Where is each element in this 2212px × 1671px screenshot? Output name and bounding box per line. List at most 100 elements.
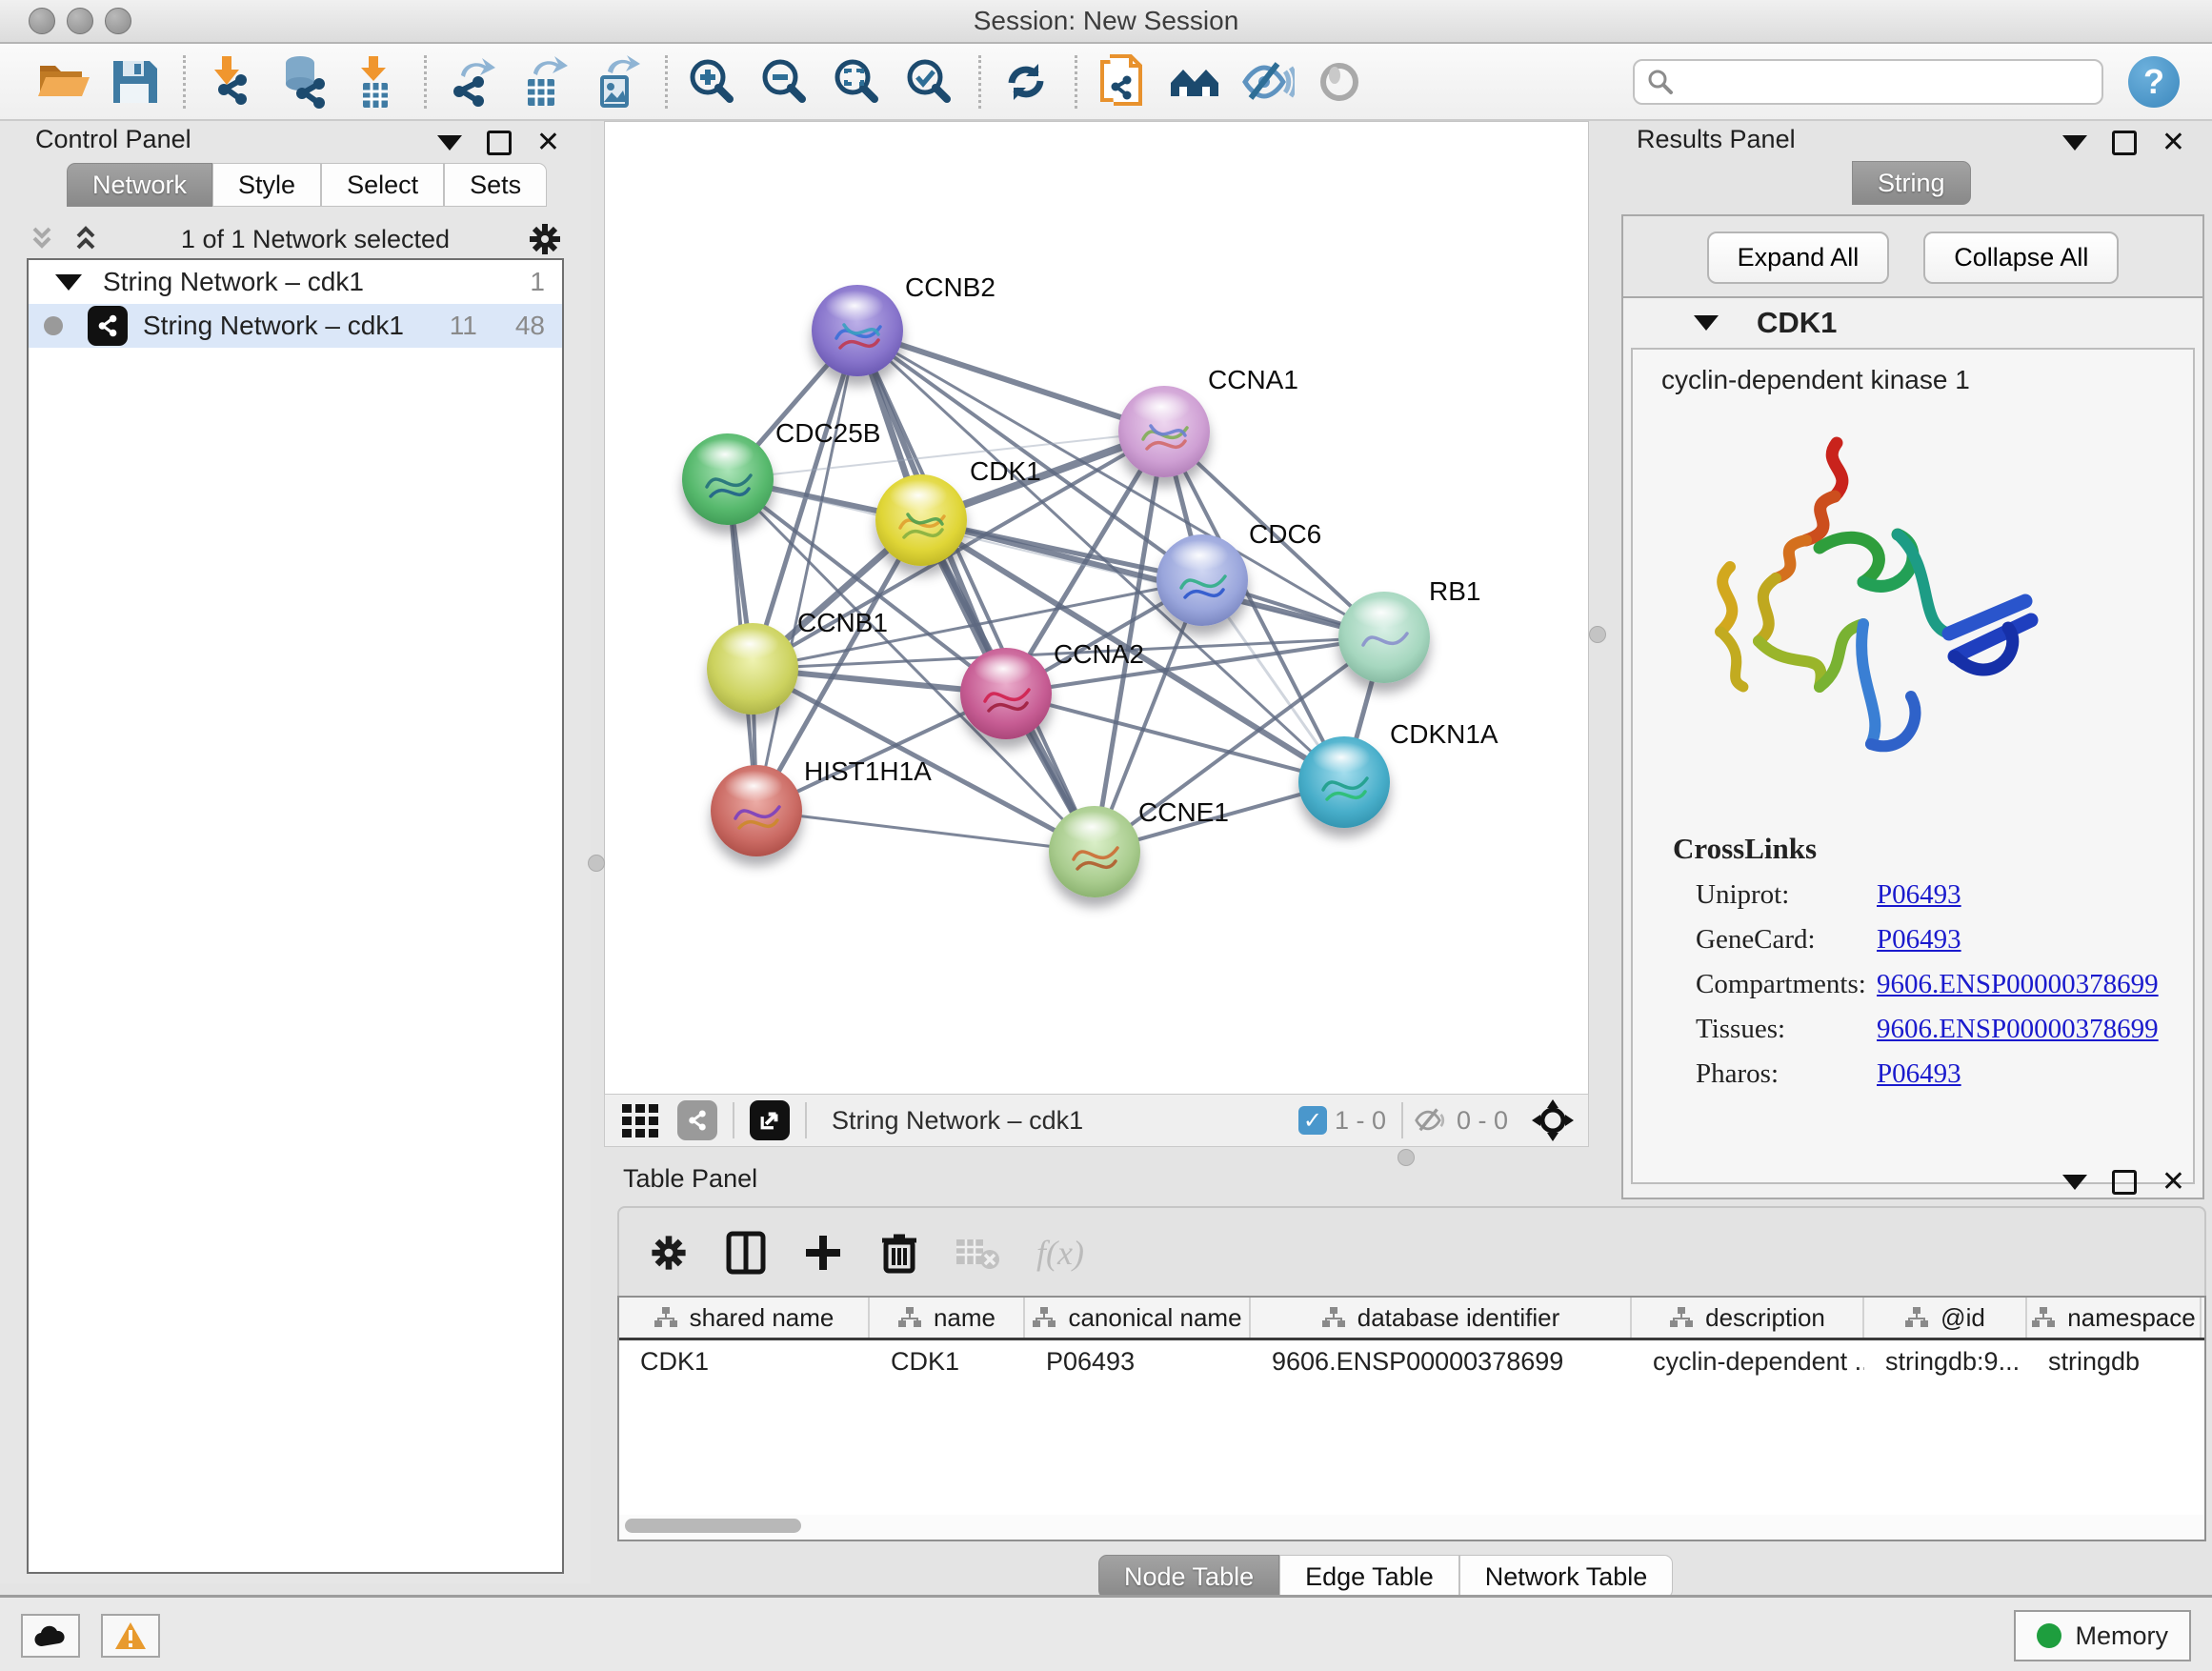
memory-button[interactable]: Memory <box>2014 1610 2191 1661</box>
export-image-icon[interactable] <box>587 52 646 111</box>
collapse-all-button[interactable]: Collapse All <box>1923 232 2119 284</box>
network-edge-CCNB2-CCNA1[interactable] <box>857 331 1164 432</box>
tab-network-table[interactable]: Network Table <box>1459 1555 1674 1599</box>
export-network-icon[interactable] <box>442 52 501 111</box>
selected-checkbox-icon[interactable]: ✓ <box>1298 1106 1327 1135</box>
column-header--id[interactable]: @id <box>1864 1298 2027 1338</box>
network-node-CDC6[interactable] <box>1156 534 1248 626</box>
tab-sets[interactable]: Sets <box>444 163 547 207</box>
node-label-CCNB2: CCNB2 <box>905 272 995 303</box>
table-cell[interactable]: P06493 <box>1025 1347 1251 1377</box>
table-cell[interactable]: CDK1 <box>619 1347 870 1377</box>
crosslink-link[interactable]: P06493 <box>1877 879 1961 911</box>
tab-node-table[interactable]: Node Table <box>1098 1555 1279 1599</box>
column-header-namespace[interactable]: namespace <box>2027 1298 2202 1338</box>
table-cell[interactable]: stringdb <box>2027 1347 2202 1377</box>
panel-float-icon[interactable] <box>2112 131 2137 155</box>
network-node-CCNA1[interactable] <box>1118 386 1210 477</box>
panel-menu-icon[interactable] <box>437 135 462 151</box>
expand-all-button[interactable]: Expand All <box>1707 232 1890 284</box>
table-cell[interactable]: CDK1 <box>870 1347 1025 1377</box>
column-header-name[interactable]: name <box>870 1298 1025 1338</box>
help-icon[interactable]: ? <box>2128 56 2180 108</box>
network-document-icon[interactable] <box>1093 52 1152 111</box>
homes-icon[interactable] <box>1165 52 1224 111</box>
panel-close-icon[interactable]: ✕ <box>2162 129 2185 157</box>
table-row[interactable]: CDK1CDK1P064939606.ENSP00000378699cyclin… <box>619 1340 2204 1382</box>
add-column-icon[interactable] <box>802 1232 844 1274</box>
table-options-gear-icon[interactable] <box>648 1232 690 1274</box>
warning-status-button[interactable] <box>101 1614 160 1658</box>
open-session-icon[interactable] <box>32 52 91 111</box>
network-node-CDK1[interactable] <box>875 474 967 566</box>
detach-view-icon[interactable] <box>750 1100 790 1140</box>
tab-edge-table[interactable]: Edge Table <box>1279 1555 1459 1599</box>
network-node-CDC25B[interactable] <box>682 433 774 525</box>
network-node-RB1[interactable] <box>1338 592 1430 683</box>
zoom-selected-icon[interactable] <box>900 52 959 111</box>
network-collection-row[interactable]: String Network – cdk1 1 <box>29 260 562 304</box>
cloud-status-button[interactable] <box>21 1614 80 1658</box>
column-header-canonical-name[interactable]: canonical name <box>1025 1298 1251 1338</box>
scrollbar-thumb[interactable] <box>625 1519 801 1533</box>
crosslink-link[interactable]: P06493 <box>1877 924 1961 956</box>
hide-graphics-icon[interactable] <box>1237 52 1297 111</box>
network-node-CCNB2[interactable] <box>812 285 903 376</box>
show-columns-icon[interactable] <box>726 1231 766 1275</box>
expand-all-icon[interactable] <box>70 223 105 255</box>
panel-close-icon[interactable]: ✕ <box>2162 1168 2185 1197</box>
panel-close-icon[interactable]: ✕ <box>536 129 560 157</box>
network-node-CDKN1A[interactable] <box>1298 736 1390 828</box>
network-view-canvas[interactable]: CCNB2CCNA1CDC25BCDK1CDC6RB1CCNB1CCNA2CDK… <box>604 121 1589 1096</box>
network-view-icon[interactable] <box>677 1100 717 1140</box>
search-field[interactable] <box>1633 59 2103 105</box>
network-node-CCNE1[interactable] <box>1049 806 1140 897</box>
table-cell[interactable]: stringdb:9... <box>1864 1347 2027 1377</box>
panel-float-icon[interactable] <box>487 131 512 155</box>
tab-select[interactable]: Select <box>321 163 444 207</box>
tab-network[interactable]: Network <box>67 163 212 207</box>
panel-menu-icon[interactable] <box>2062 135 2087 151</box>
import-network-file-icon[interactable] <box>201 52 260 111</box>
zoom-in-icon[interactable] <box>683 52 742 111</box>
right-splitter-handle[interactable] <box>1589 626 1606 643</box>
grid-mode-icon[interactable] <box>620 1100 660 1140</box>
network-options-gear-icon[interactable] <box>526 220 564 258</box>
column-header-description[interactable]: description <box>1632 1298 1864 1338</box>
network-node-CCNB1[interactable] <box>707 623 798 715</box>
table-cell[interactable]: 9606.ENSP00000378699 <box>1251 1347 1632 1377</box>
network-edge-HIST1H1A-CCNE1[interactable] <box>756 811 1095 852</box>
collection-expand-icon[interactable] <box>55 274 82 291</box>
column-header-shared-name[interactable]: shared name <box>619 1298 870 1338</box>
column-header-database-identifier[interactable]: database identifier <box>1251 1298 1632 1338</box>
search-input[interactable] <box>1684 66 2090 97</box>
network-node-HIST1H1A[interactable] <box>711 765 802 856</box>
protein-thumbnail <box>1356 613 1413 670</box>
gene-expand-icon[interactable] <box>1694 315 1719 331</box>
zoom-out-icon[interactable] <box>755 52 814 111</box>
tab-string[interactable]: String <box>1852 161 1971 205</box>
import-network-database-icon[interactable] <box>273 52 332 111</box>
save-session-icon[interactable] <box>105 52 164 111</box>
import-table-icon[interactable] <box>346 52 405 111</box>
panel-float-icon[interactable] <box>2112 1170 2137 1195</box>
crosslink-link[interactable]: 9606.ENSP00000378699 <box>1877 1014 2159 1045</box>
crosslink-link[interactable]: 9606.ENSP00000378699 <box>1877 969 2159 1000</box>
gene-section-header[interactable]: CDK1 <box>1623 298 2202 348</box>
birdseye-icon[interactable] <box>1531 1098 1575 1142</box>
tab-style[interactable]: Style <box>212 163 321 207</box>
table-horizontal-scrollbar[interactable] <box>617 1515 2206 1541</box>
left-splitter-handle[interactable] <box>588 855 605 872</box>
crosslink-link[interactable]: P06493 <box>1877 1058 1961 1090</box>
collapse-all-icon[interactable] <box>27 223 61 255</box>
refresh-icon[interactable] <box>996 52 1056 111</box>
show-graphics-icon[interactable] <box>1310 52 1369 111</box>
table-cell[interactable]: cyclin-dependent ... <box>1632 1347 1864 1377</box>
network-row-selected[interactable]: String Network – cdk1 11 48 <box>29 304 562 348</box>
network-edge-CCNB2-HIST1H1A[interactable] <box>756 331 857 811</box>
export-table-icon[interactable] <box>514 52 573 111</box>
zoom-fit-icon[interactable] <box>828 52 887 111</box>
network-node-CCNA2[interactable] <box>960 648 1052 739</box>
panel-menu-icon[interactable] <box>2062 1175 2087 1190</box>
delete-column-icon[interactable] <box>880 1231 918 1275</box>
